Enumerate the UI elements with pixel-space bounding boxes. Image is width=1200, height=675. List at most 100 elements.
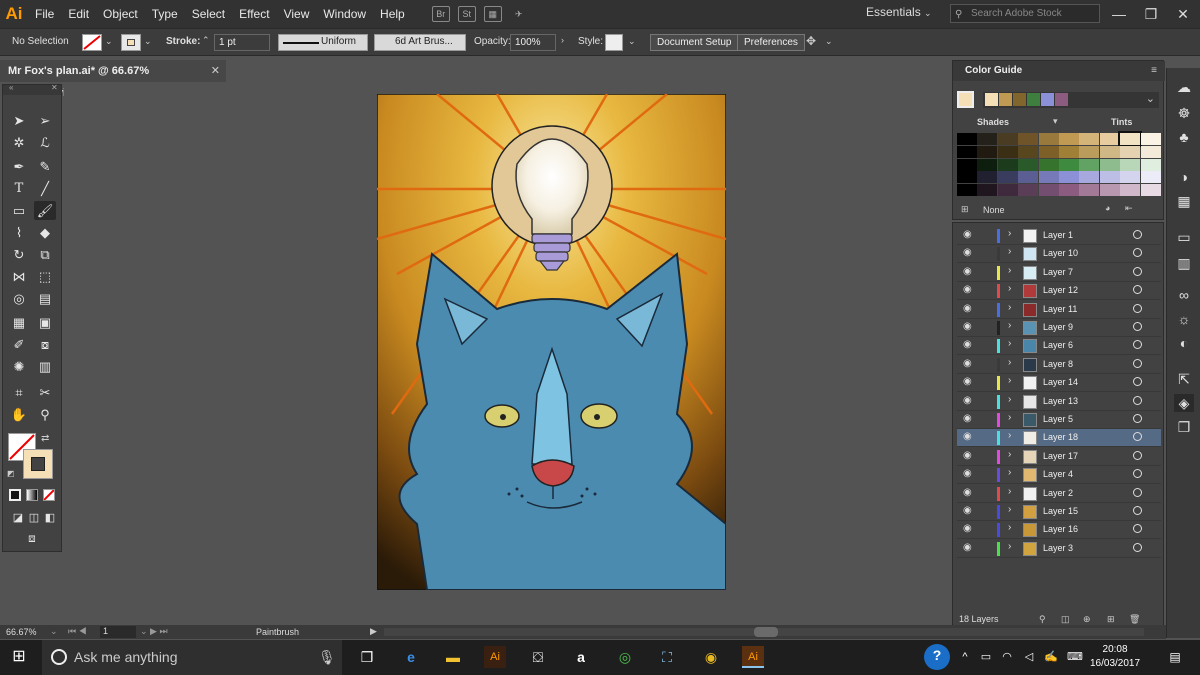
target-circle-icon[interactable] bbox=[1133, 469, 1142, 479]
layer-name[interactable]: Layer 3 bbox=[1043, 543, 1073, 553]
menu-object[interactable]: Object bbox=[96, 0, 145, 28]
direct-selection-tool-icon[interactable]: ➢ bbox=[34, 111, 56, 130]
color-variation-swatch[interactable] bbox=[1099, 184, 1120, 197]
file-explorer-icon[interactable]: ▬ bbox=[442, 646, 464, 668]
preferences-button[interactable]: Preferences bbox=[737, 34, 805, 51]
export-icon[interactable]: ⇱ bbox=[1174, 370, 1194, 388]
cortana-search[interactable]: Ask me anything 🎙 bbox=[42, 640, 342, 675]
brushes-icon[interactable]: ☁ bbox=[1174, 78, 1194, 96]
visibility-eye-icon[interactable]: ◉ bbox=[963, 229, 972, 240]
harmony-chevron-icon[interactable]: ⌄ bbox=[1146, 92, 1155, 105]
symbols-icon[interactable]: ♣ bbox=[1174, 128, 1194, 146]
visibility-eye-icon[interactable]: ◉ bbox=[963, 542, 972, 553]
artboard-tool-icon[interactable]: ⌗ bbox=[8, 383, 30, 402]
edge-icon[interactable]: e bbox=[400, 646, 422, 668]
target-circle-icon[interactable] bbox=[1133, 322, 1142, 331]
target-circle-icon[interactable] bbox=[1133, 432, 1142, 442]
task-view-icon[interactable]: ❒ bbox=[356, 646, 378, 668]
libraries-icon[interactable]: ☸ bbox=[1174, 104, 1194, 122]
swap-fill-stroke-icon[interactable]: ⇄ bbox=[41, 433, 49, 444]
target-circle-icon[interactable] bbox=[1133, 285, 1142, 295]
expand-layer-icon[interactable]: › bbox=[1008, 504, 1011, 515]
default-colors-icon[interactable]: ◩ bbox=[7, 469, 15, 478]
color-variation-swatch[interactable] bbox=[1099, 133, 1120, 145]
visibility-eye-icon[interactable]: ◉ bbox=[963, 303, 972, 314]
color-variation-swatch[interactable] bbox=[1059, 133, 1079, 145]
column-graph-tool-icon[interactable]: ▥ bbox=[34, 357, 56, 376]
next-artboard-icon[interactable]: ⌄ ▶ ⏭ bbox=[140, 626, 168, 637]
color-variation-swatch[interactable] bbox=[1079, 133, 1100, 145]
visibility-eye-icon[interactable]: ◉ bbox=[963, 505, 972, 516]
color-icon[interactable]: ◑ bbox=[1174, 168, 1194, 186]
show-hidden-icons-icon[interactable]: ^ bbox=[954, 646, 976, 668]
color-variation-swatch[interactable] bbox=[1018, 184, 1039, 197]
color-variation-swatch[interactable] bbox=[957, 145, 977, 158]
pen-workspace-icon[interactable]: ✍ bbox=[1040, 646, 1062, 668]
target-circle-icon[interactable] bbox=[1133, 266, 1142, 276]
expand-layer-icon[interactable]: › bbox=[1008, 246, 1011, 257]
expand-layer-icon[interactable]: › bbox=[1008, 467, 1011, 478]
slice-tool-icon[interactable]: ✂ bbox=[34, 383, 56, 402]
graphic-styles-icon[interactable]: ◐ bbox=[1174, 334, 1194, 352]
layer-row[interactable]: ◉ › Layer 1 bbox=[957, 227, 1161, 245]
appearance-icon[interactable]: ☼ bbox=[1174, 310, 1194, 328]
close-button[interactable]: ✕ bbox=[1170, 3, 1196, 25]
color-variation-swatch[interactable] bbox=[997, 158, 1018, 171]
expand-layer-icon[interactable]: › bbox=[1008, 265, 1011, 276]
layer-row[interactable]: ◉ › Layer 9 bbox=[957, 319, 1161, 337]
color-variation-swatch[interactable] bbox=[1038, 145, 1059, 158]
store-icon[interactable]: ⛋ bbox=[527, 646, 549, 668]
zoom-tool-icon[interactable]: ⚲ bbox=[34, 405, 56, 424]
curvature-tool-icon[interactable]: ✎ bbox=[34, 157, 56, 176]
illustrator-taskbar-icon[interactable]: Ai bbox=[484, 646, 506, 668]
action-center-icon[interactable]: ▤ bbox=[1164, 646, 1186, 668]
gradient-icon[interactable]: ▥ bbox=[1174, 254, 1194, 272]
perspective-grid-tool-icon[interactable]: ▤ bbox=[34, 289, 56, 308]
shades-tints-chevron-icon[interactable]: ▾ bbox=[1053, 116, 1058, 127]
photos-icon[interactable]: ⛶ bbox=[656, 646, 678, 668]
expand-layer-icon[interactable]: › bbox=[1008, 320, 1011, 331]
type-tool-icon[interactable]: T bbox=[8, 179, 30, 198]
layer-row[interactable]: ◉ › Layer 12 bbox=[957, 282, 1161, 301]
close-tab-icon[interactable]: ✕ bbox=[211, 60, 220, 82]
color-variation-swatch[interactable] bbox=[957, 158, 977, 171]
color-variation-swatch[interactable] bbox=[997, 171, 1018, 184]
expand-layer-icon[interactable]: › bbox=[1008, 541, 1011, 552]
workspace-switcher[interactable]: Essentials ⌄ bbox=[866, 5, 932, 19]
stroke-icon[interactable]: ▭ bbox=[1174, 228, 1194, 246]
visibility-eye-icon[interactable]: ◉ bbox=[963, 468, 972, 479]
width-tool-icon[interactable]: ⋈ bbox=[8, 267, 30, 286]
expand-layer-icon[interactable]: › bbox=[1008, 394, 1011, 405]
layer-name[interactable]: Layer 12 bbox=[1043, 285, 1078, 295]
color-variation-swatch[interactable] bbox=[1018, 158, 1039, 171]
panel-menu-icon[interactable]: ≡ bbox=[1151, 61, 1157, 81]
color-variation-swatch[interactable] bbox=[977, 145, 998, 158]
zoom-chevron-icon[interactable]: ⌄ bbox=[50, 626, 58, 637]
pen-tool-icon[interactable]: ✒ bbox=[8, 157, 30, 176]
visibility-eye-icon[interactable]: ◉ bbox=[963, 339, 972, 350]
harmony-swatch[interactable] bbox=[1055, 93, 1068, 106]
expand-layer-icon[interactable]: › bbox=[1008, 338, 1011, 349]
microphone-icon[interactable]: 🎙 bbox=[318, 640, 336, 675]
layer-row[interactable]: ◉ › Layer 5 bbox=[957, 411, 1161, 429]
selection-tool-icon[interactable]: ➤ bbox=[8, 111, 30, 130]
layer-name[interactable]: Layer 2 bbox=[1043, 488, 1073, 498]
brush-definition[interactable]: 6d Art Brus... bbox=[374, 34, 466, 51]
arrange-icon[interactable]: ✥ bbox=[806, 34, 816, 48]
layer-name[interactable]: Layer 7 bbox=[1043, 267, 1073, 277]
visibility-eye-icon[interactable]: ◉ bbox=[963, 395, 972, 406]
visibility-eye-icon[interactable]: ◉ bbox=[963, 413, 972, 424]
arrange-documents-icon[interactable]: ▦ bbox=[483, 6, 502, 22]
mesh-tool-icon[interactable]: ▦ bbox=[8, 313, 30, 332]
base-color-swatch[interactable] bbox=[957, 91, 974, 108]
expand-layer-icon[interactable]: › bbox=[1008, 449, 1011, 460]
free-transform-tool-icon[interactable]: ⬚ bbox=[34, 267, 56, 286]
layer-row[interactable]: ◉ › Layer 4 bbox=[957, 466, 1161, 485]
menu-file[interactable]: File bbox=[28, 0, 61, 28]
harmony-swatch[interactable] bbox=[1013, 93, 1026, 106]
color-variation-swatch[interactable] bbox=[1038, 158, 1059, 171]
expand-layer-icon[interactable]: › bbox=[1008, 228, 1011, 239]
visibility-eye-icon[interactable]: ◉ bbox=[963, 321, 972, 332]
opacity-arrow-icon[interactable]: › bbox=[561, 35, 564, 45]
color-variation-swatch[interactable] bbox=[1079, 184, 1100, 197]
